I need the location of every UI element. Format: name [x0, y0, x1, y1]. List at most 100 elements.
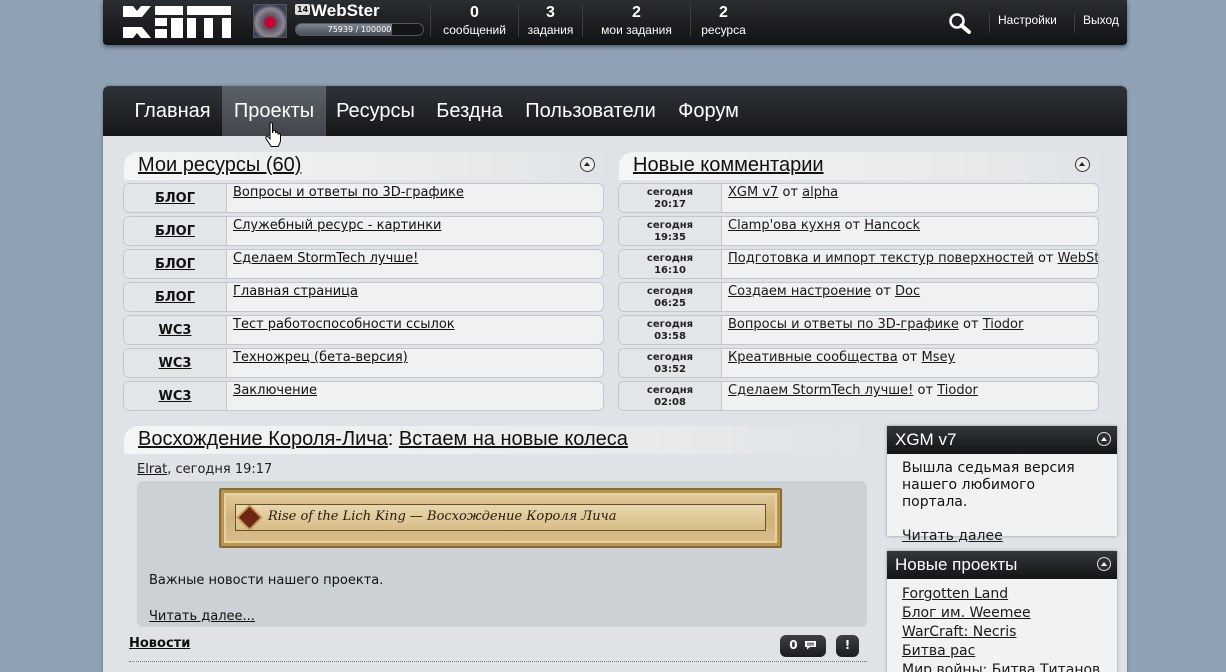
stat-my-tasks-label: мои задания: [601, 23, 672, 37]
banner-frame: Rise of the Lich King — Восхождение Коро…: [235, 504, 766, 531]
stat-my-tasks[interactable]: 2 мои задания: [582, 3, 690, 37]
comment-author-link[interactable]: Tiodor: [983, 317, 1024, 332]
resource-type-link[interactable]: БЛОГ: [124, 184, 227, 212]
stat-my-tasks-value: 2: [632, 4, 641, 21]
resource-type-link[interactable]: БЛОГ: [124, 250, 227, 278]
comment-by: от: [844, 218, 861, 233]
side-box-new-projects: Новые проекты Forgotten Land Блог им. We…: [887, 551, 1117, 672]
resource-type-link[interactable]: WC3: [124, 382, 227, 410]
project-link[interactable]: Forgotten Land: [902, 585, 1102, 604]
resource-title-link[interactable]: Служебный ресурс - картинки: [233, 218, 442, 233]
project-link[interactable]: Мир войны: Битва Титанов: [902, 661, 1102, 672]
search-icon[interactable]: [948, 12, 972, 34]
comment-day: сегодня: [646, 286, 694, 297]
resource-title-link[interactable]: Вопросы и ответы по 3D-графике: [233, 185, 464, 200]
comment-topic-link[interactable]: Подготовка и импорт текстур поверхностей: [728, 251, 1034, 266]
nav-abyss[interactable]: Бездна: [425, 86, 514, 136]
comment-author-link[interactable]: Tiodor: [937, 383, 978, 398]
comment-topic-link[interactable]: Сделаем StormTech лучше!: [728, 383, 913, 398]
resource-title-link[interactable]: Тест работоспособности ссылок: [233, 317, 455, 332]
comment-time: 19:35: [654, 232, 686, 243]
news-category-link[interactable]: Новости: [129, 636, 190, 651]
nav-forum[interactable]: Форум: [667, 86, 750, 136]
news-title: Восхождение Короля-Лича: Встаем на новые…: [138, 428, 628, 451]
project-link[interactable]: Блог им. Weemee: [902, 604, 1102, 623]
nav-users[interactable]: Пользователи: [514, 86, 667, 136]
resource-row: WC3 Тест работоспособности ссылок: [123, 315, 604, 345]
banner-text: Rise of the Lich King — Восхождение Коро…: [268, 509, 617, 524]
avatar[interactable]: [253, 4, 287, 38]
comment-by: от: [875, 284, 891, 299]
comment-author-link[interactable]: Doc: [895, 284, 920, 299]
resource-title-link[interactable]: Главная страница: [233, 284, 358, 299]
news-date: , сегодня 19:17: [167, 462, 273, 477]
comment-author-link[interactable]: Msey: [922, 350, 956, 365]
stat-messages[interactable]: 0 сообщений: [430, 3, 518, 37]
comment-day: сегодня: [646, 253, 694, 264]
stat-messages-value: 0: [470, 4, 479, 21]
comment-topic-link[interactable]: Clamp'ова кухня: [728, 218, 840, 233]
news-read-more-link[interactable]: Читать далее...: [149, 609, 255, 624]
comment-author-link[interactable]: alpha: [802, 185, 838, 200]
resource-type-link[interactable]: БЛОГ: [124, 283, 227, 311]
my-resources-title[interactable]: Мои ресурсы (60): [138, 154, 301, 177]
project-link[interactable]: Битва рас: [902, 642, 1102, 661]
comment-author-link[interactable]: WebSter: [1058, 251, 1098, 266]
side-box-xgm-title: XGM v7: [895, 430, 957, 449]
resource-title-link[interactable]: Сделаем StormTech лучше!: [233, 251, 418, 266]
news-header: Восхождение Короля-Лича: Встаем на новые…: [124, 426, 870, 454]
news-author-link[interactable]: Elrat: [137, 462, 167, 477]
xgm-logo[interactable]: [123, 6, 231, 38]
stat-resources[interactable]: 2 ресурса: [690, 3, 756, 37]
news-body: Rise of the Lich King — Восхождение Коро…: [137, 481, 867, 627]
comments-count-button[interactable]: 0: [780, 635, 826, 657]
comment-text: Вопросы и ответы по 3D-графике от Tiodor: [728, 317, 1023, 332]
stat-tasks[interactable]: 3 задания: [518, 3, 582, 37]
news-title-separator: :: [387, 428, 394, 450]
comment-topic-link[interactable]: XGM v7: [728, 185, 778, 200]
comment-date: сегодня 03:52: [619, 349, 722, 377]
comment-time: 06:25: [654, 298, 686, 309]
news-article-link[interactable]: Встаем на новые колеса: [399, 428, 628, 450]
news-project-link[interactable]: Восхождение Короля-Лича: [138, 428, 388, 450]
collapse-icon[interactable]: [1075, 157, 1090, 172]
top-bar: 14 WebSter 75939 / 100000 0 сообщений 3 …: [103, 0, 1127, 45]
comment-text: XGM v7 от alpha: [728, 185, 838, 200]
resource-row: БЛОГ Вопросы и ответы по 3D-графике: [123, 183, 604, 213]
resource-type-link[interactable]: WC3: [124, 349, 227, 377]
nav-resources[interactable]: Ресурсы: [326, 86, 425, 136]
comment-time: 02:08: [654, 397, 686, 408]
settings-link[interactable]: Настройки: [989, 13, 1057, 33]
project-link[interactable]: WarCraft: Necris: [902, 623, 1102, 642]
collapse-icon[interactable]: [1097, 432, 1111, 446]
nav-home[interactable]: Главная: [123, 86, 222, 136]
comment-author-link[interactable]: Hancock: [864, 218, 920, 233]
user-name[interactable]: WebSter: [311, 1, 380, 21]
news-meta: Elrat, сегодня 19:17: [137, 462, 272, 477]
comment-day: сегодня: [646, 187, 694, 198]
side-box-xgm-read-more-link[interactable]: Читать далее: [902, 528, 1102, 545]
comment-text: Сделаем StormTech лучше! от Tiodor: [728, 383, 978, 398]
comment-day: сегодня: [646, 385, 694, 396]
comment-row: сегодня 03:58 Вопросы и ответы по 3D-графи…: [618, 315, 1099, 345]
logout-link[interactable]: Выход: [1074, 13, 1119, 33]
resource-row: БЛОГ Служебный ресурс - картинки: [123, 216, 604, 246]
comment-topic-link[interactable]: Вопросы и ответы по 3D-графике: [728, 317, 959, 332]
resource-type-link[interactable]: БЛОГ: [124, 217, 227, 245]
divider: [129, 661, 867, 662]
resource-title-link[interactable]: Заключение: [233, 383, 317, 398]
my-resources-header: Мои ресурсы (60): [124, 152, 610, 180]
stat-resources-label: ресурса: [701, 23, 746, 37]
resource-type-link[interactable]: WC3: [124, 316, 227, 344]
collapse-icon[interactable]: [580, 157, 595, 172]
side-box-xgm-header: XGM v7: [887, 426, 1117, 454]
comment-row: сегодня 02:08 Сделаем StormTech лучше! от …: [618, 381, 1099, 411]
report-button[interactable]: !: [836, 635, 859, 657]
comment-topic-link[interactable]: Креативные сообщества: [728, 350, 898, 365]
xp-progress-bar: 75939 / 100000: [295, 23, 424, 36]
new-comments-title[interactable]: Новые комментарии: [633, 154, 824, 177]
collapse-icon[interactable]: [1097, 557, 1111, 571]
resource-title-link[interactable]: Техножрец (бета-версия): [233, 350, 408, 365]
hand-cursor-icon: [265, 122, 281, 147]
comment-topic-link[interactable]: Создаем настроение: [728, 284, 871, 299]
